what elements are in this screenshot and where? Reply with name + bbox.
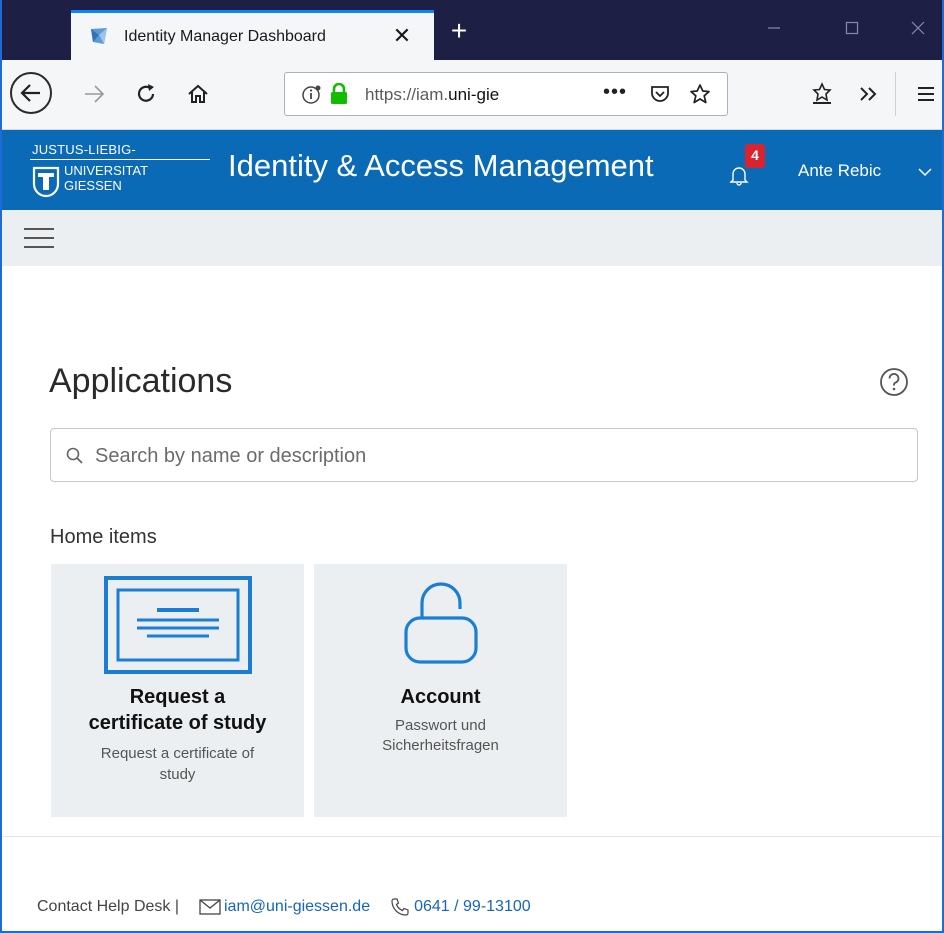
notification-badge[interactable]: 4 (745, 144, 765, 168)
menu-bar (2, 210, 942, 266)
new-tab-button[interactable]: + (444, 17, 474, 48)
tile-request-certificate[interactable]: Request a certificate of study Request a… (51, 564, 304, 817)
footer-divider (2, 836, 942, 837)
tile-name-line2: certificate of study (88, 712, 267, 734)
phone-icon (391, 898, 409, 916)
forward-button[interactable] (80, 80, 108, 108)
window-minimize-button[interactable] (754, 20, 794, 44)
tile-account[interactable]: Account Passwort und Sicherheitsfragen (314, 564, 567, 817)
browser-tab[interactable]: Identity Manager Dashboard ✕ (71, 10, 434, 60)
browser-navbar: https://iam.uni-gie ••• (2, 60, 942, 130)
bookmark-star-icon[interactable] (689, 83, 711, 105)
window-maximize-button[interactable] (832, 20, 872, 44)
home-icon (188, 84, 208, 103)
window-close-button[interactable] (898, 20, 938, 44)
double-chevron-right-icon (860, 87, 877, 101)
footer: Contact Help Desk | iam@uni-giessen.de 0… (37, 897, 531, 917)
phone-link[interactable]: 0641 / 99-13100 (414, 898, 531, 916)
hamburger-icon (918, 87, 934, 101)
tile-name: Account (400, 686, 481, 708)
library-button[interactable] (808, 80, 836, 108)
info-icon[interactable] (301, 84, 323, 106)
arrow-left-icon (20, 84, 40, 102)
hamburger-menu-icon[interactable] (22, 224, 58, 252)
logo-line3: GIESSEN (64, 178, 122, 193)
search-box[interactable] (50, 428, 918, 482)
back-button[interactable] (10, 72, 52, 114)
url-bar[interactable]: https://iam.uni-gie ••• (284, 72, 728, 116)
app-header: JUSTUS-LIEBIG- UNIVERSITAT GIESSEN Ident… (2, 130, 942, 210)
page-actions-more-icon[interactable]: ••• (603, 81, 627, 104)
app-menu-button[interactable] (912, 80, 940, 108)
padlock-icon (403, 582, 478, 664)
search-icon (66, 447, 83, 464)
university-logo[interactable]: JUSTUS-LIEBIG- UNIVERSITAT GIESSEN (30, 142, 220, 202)
shield-icon (32, 166, 60, 198)
favicon-icon (91, 28, 107, 44)
user-menu[interactable]: Ante Rebic (798, 161, 881, 181)
toolbar-divider (895, 72, 896, 116)
tile-desc-line1: Passwort und (395, 717, 486, 734)
logo-rule (30, 159, 210, 160)
tile-desc-line2: Sicherheitsfragen (382, 737, 499, 754)
search-input[interactable] (95, 441, 895, 471)
tile-desc-line2: study (159, 766, 196, 783)
tile-name-line1: Request a (129, 686, 226, 708)
contact-label: Contact Help Desk | (37, 898, 179, 915)
home-button[interactable] (184, 80, 212, 108)
tab-close-icon[interactable]: ✕ (389, 21, 415, 51)
lock-icon[interactable] (329, 83, 349, 105)
help-icon[interactable] (878, 366, 910, 398)
section-title: Home items (50, 526, 157, 548)
maximize-icon (845, 21, 859, 35)
overflow-button[interactable] (854, 80, 882, 108)
tab-title: Identity Manager Dashboard (124, 28, 326, 45)
browser-titlebar: Identity Manager Dashboard ✕ + (2, 0, 942, 60)
certificate-icon (103, 576, 252, 674)
logo-line1: JUSTUS-LIEBIG- (32, 142, 136, 157)
email-link[interactable]: iam@uni-giessen.de (224, 898, 370, 916)
browser-window: Identity Manager Dashboard ✕ + https://i… (0, 0, 944, 933)
minimize-icon (768, 27, 780, 29)
logo-line2: UNIVERSITAT (64, 163, 149, 178)
arrow-right-icon (85, 85, 105, 103)
library-icon (812, 82, 832, 104)
url-text[interactable]: https://iam.uni-gie (365, 85, 541, 105)
reload-button[interactable] (132, 80, 160, 108)
reload-icon (137, 84, 155, 102)
close-icon (911, 21, 925, 35)
mail-icon (199, 899, 221, 915)
pocket-icon[interactable] (649, 83, 671, 105)
tile-desc-line1: Request a certificate of (100, 745, 255, 762)
chevron-down-icon[interactable] (917, 166, 933, 178)
page-title: Applications (49, 362, 233, 400)
app-title: Identity & Access Management (228, 148, 654, 183)
